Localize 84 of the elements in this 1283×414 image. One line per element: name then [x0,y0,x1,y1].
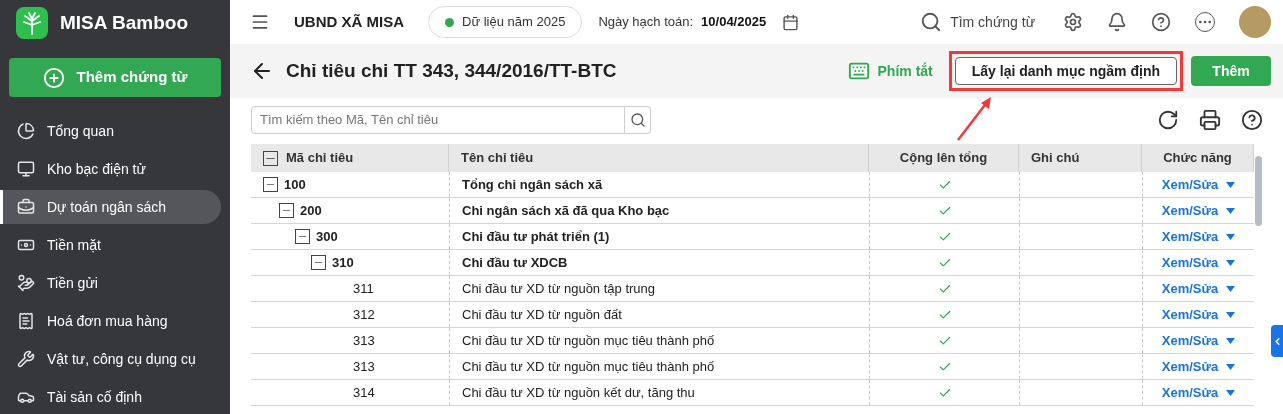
column-header[interactable]: Chức năng [1163,148,1232,168]
view-edit-link[interactable]: Xem/Sửa [1161,200,1219,221]
refresh-icon[interactable] [1157,108,1179,131]
sidebar-item[interactable]: Hoá đơn mua hàng [0,304,221,338]
sidebar-item[interactable]: Tiền gửi [0,266,221,300]
name-cell-text: Chi đầu tư phát triển (1) [462,227,610,246]
view-edit-link[interactable]: Xem/Sửa [1161,278,1219,299]
monitor-icon [17,160,35,178]
keyboard-icon [847,60,870,82]
sidebar-item[interactable]: Vật tư, công cụ dụng cụ [0,342,221,376]
code-cell-text: 314 [353,383,375,402]
column-header[interactable]: Mã chỉ tiêu [286,148,354,168]
dropdown-caret-icon[interactable] [1226,363,1236,370]
name-cell-text: Chi đầu tư XD từ nguồn đất [462,305,622,324]
bell-icon[interactable] [1107,12,1127,32]
help-icon[interactable] [1241,108,1263,131]
view-edit-link[interactable]: Xem/Sửa [1161,252,1219,273]
dropdown-caret-icon[interactable] [1226,311,1236,318]
view-edit-link[interactable]: Xem/Sửa [1161,356,1219,377]
dropdown-caret-icon[interactable] [1226,337,1236,344]
code-cell-text: 311 [353,279,374,298]
dropdown-caret-icon[interactable] [1226,259,1236,266]
code-cell-text: 100 [284,175,306,194]
pie-chart-icon [17,122,35,140]
code-cell-text: 313 [353,357,375,376]
code-cell-text: 300 [316,227,338,246]
sidebar-item[interactable]: Tổng quan [0,114,221,148]
collapse-all-icon[interactable] [263,150,278,166]
name-cell-text: Chi ngân sách xã đã qua Kho bạc [462,201,670,220]
calendar-icon[interactable] [782,13,800,31]
view-edit-link[interactable]: Xem/Sửa [1161,226,1219,247]
search-icon [920,11,943,33]
dropdown-caret-icon[interactable] [1226,389,1236,396]
sidebar-item[interactable]: Tiền mặt [0,228,221,262]
collapse-toggle[interactable] [295,229,310,244]
sidebar-item[interactable]: Dự toán ngân sách [0,190,221,224]
hand-coins-icon [17,274,35,292]
name-cell-text: Chi đầu tư XD từ nguồn tập trung [462,279,656,298]
name-cell-text: Chi đầu tư XDCB [462,253,568,272]
wrench-icon [17,350,35,368]
view-edit-link[interactable]: Xem/Sửa [1161,174,1219,195]
search-field[interactable]: Tìm kiếm theo Mã, Tên chỉ tiêu [251,105,625,134]
briefcase-icon [17,198,35,216]
name-cell-text: Chi đầu tư XD từ nguồn mục tiêu thành phố [462,331,715,350]
document-search[interactable]: Tìm chứng từ [920,11,1035,33]
avatar-icon[interactable] [1239,6,1271,38]
name-cell-text: Chi đầu tư XD từ nguồn mục tiêu thành phố [462,357,715,376]
view-edit-link[interactable]: Xem/Sửa [1161,330,1219,351]
reset-default-list-button[interactable]: Lấy lại danh mục ngầm định [954,57,1177,85]
search-icon [629,111,646,128]
dropdown-caret-icon[interactable] [1226,181,1236,188]
search-button[interactable] [625,105,651,134]
column-header[interactable]: Cộng lên tổng [899,148,988,168]
code-cell-text: 312 [353,305,375,324]
posting-date-label: Ngày hạch toán: [598,13,694,32]
name-cell-text: Tổng chi ngân sách xã [462,175,603,194]
dropdown-caret-icon[interactable] [1226,233,1236,240]
code-cell-text: 200 [300,201,322,220]
column-header[interactable]: Tên chỉ tiêu [461,148,534,168]
sidebar-item[interactable]: Tài sản cố định [0,380,221,414]
dropdown-caret-icon[interactable] [1226,207,1236,214]
organization-name: UBND XÃ MISA [294,11,404,32]
receipt-icon [17,312,35,330]
view-edit-link[interactable]: Xem/Sửa [1161,382,1219,403]
help-icon[interactable] [1151,12,1171,32]
page-title: Chỉ tiêu chi TT 343, 344/2016/TT-BTC [286,58,617,83]
collapse-toggle[interactable] [311,255,326,270]
menu-icon[interactable] [250,12,270,32]
view-edit-link[interactable]: Xem/Sửa [1161,304,1219,325]
app-name: MISA Bamboo [60,10,189,35]
bamboo-logo-icon [16,7,48,39]
collapse-panel-tab[interactable] [1271,325,1283,357]
column-header[interactable]: Ghi chú [1031,148,1080,168]
code-cell-text: 310 [332,253,354,272]
sidebar-item[interactable]: Kho bạc điện tử [0,152,221,186]
collapse-toggle[interactable] [279,203,294,218]
plus-circle-icon [42,66,65,89]
posting-date: 10/04/2025 [701,13,767,32]
settings-icon[interactable] [1063,12,1083,32]
printer-icon[interactable] [1199,108,1221,131]
dropdown-caret-icon[interactable] [1226,285,1236,292]
name-cell-text: Chi đầu tư XD từ nguồn kết dư, tăng thu [462,383,695,402]
code-cell-text: 313 [353,331,375,350]
collapse-toggle[interactable] [263,177,278,192]
